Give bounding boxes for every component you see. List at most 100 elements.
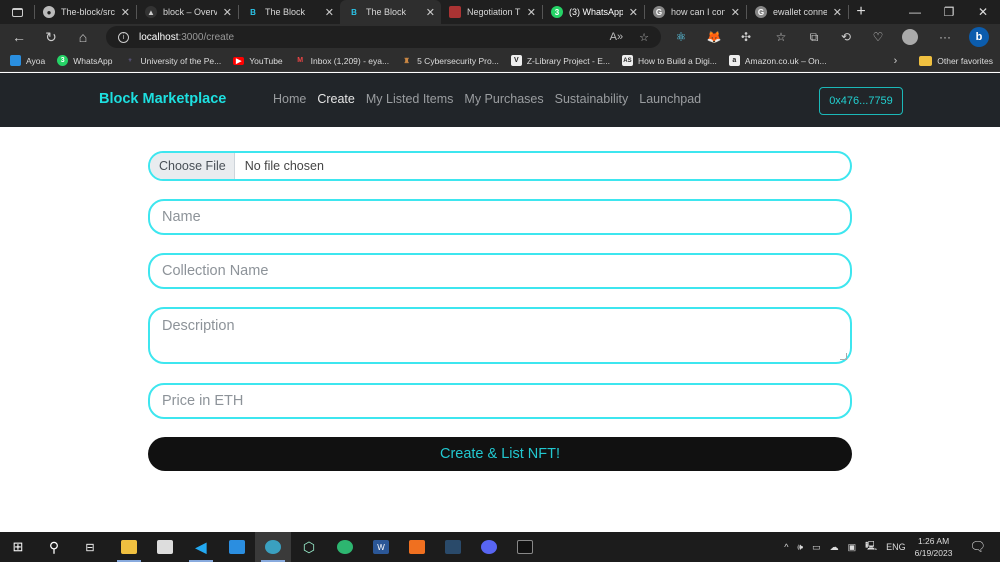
read-aloud-icon[interactable]: A» xyxy=(610,31,623,44)
clock[interactable]: 1:26 AM 6/19/2023 xyxy=(915,535,953,559)
browser-tab[interactable]: 3 (3) WhatsApp ✕ xyxy=(543,0,644,24)
tab-label: Negotiation T xyxy=(467,7,521,17)
nav-link-my-listed-items[interactable]: My Listed Items xyxy=(366,92,454,106)
taskbar-terminal[interactable] xyxy=(507,532,543,562)
bookmark-zlibrary[interactable]: V Z-Library Project - E... xyxy=(505,55,616,66)
bookmark-gmail[interactable]: M Inbox (1,209) - eya... xyxy=(289,55,395,66)
meet-now-icon[interactable]: ▣ xyxy=(848,542,857,553)
resize-handle[interactable] xyxy=(840,353,847,360)
react-devtools-icon[interactable]: ⚛ xyxy=(672,28,690,46)
browser-tab[interactable]: Negotiation T ✕ xyxy=(441,0,542,24)
back-button[interactable]: ← xyxy=(3,29,35,45)
browser-tab[interactable]: ● The-block/src ✕ xyxy=(35,0,136,24)
extensions-icon[interactable]: ✣ xyxy=(737,28,755,46)
close-tab-icon[interactable]: ✕ xyxy=(223,6,232,19)
more-menu-icon[interactable]: ··· xyxy=(936,28,954,46)
taskbar-mysql-workbench[interactable] xyxy=(435,532,471,562)
cybersecurity-icon: ♜ xyxy=(403,57,410,65)
wallet-address-button[interactable]: 0x476...7759 xyxy=(819,87,903,115)
restore-button[interactable]: ❐ xyxy=(932,5,966,19)
task-view-button[interactable]: ⊟ xyxy=(72,532,108,562)
close-tab-icon[interactable]: ✕ xyxy=(325,6,334,19)
bookmarks-overflow-chevron-icon[interactable]: › xyxy=(894,55,898,67)
nav-link-sustainability[interactable]: Sustainability xyxy=(555,92,629,106)
taskbar-virtualbox[interactable]: ⬡ xyxy=(291,532,327,562)
history-icon[interactable]: ⟲ xyxy=(837,28,855,46)
browser-tab[interactable]: B The Block ✕ xyxy=(239,0,340,24)
zlibrary-icon: V xyxy=(510,55,522,66)
nav-link-home[interactable]: Home xyxy=(273,92,306,106)
close-tab-icon[interactable]: ✕ xyxy=(731,6,740,19)
whatsapp-icon: 3 xyxy=(57,55,69,66)
new-tab-button[interactable]: + xyxy=(849,3,873,21)
url-bar[interactable]: i localhost:3000/create A» ☆ xyxy=(106,26,661,48)
tab-actions-button[interactable] xyxy=(0,0,34,24)
bing-copilot-icon[interactable]: b xyxy=(969,27,989,47)
create-list-nft-button[interactable]: Create & List NFT! xyxy=(148,437,852,471)
taskbar-word[interactable]: W xyxy=(363,532,399,562)
bookmark-cybersecurity[interactable]: ♜ 5 Cybersecurity Pro... xyxy=(395,55,505,66)
nav-link-create[interactable]: Create xyxy=(317,92,355,106)
bookmark-whatsapp[interactable]: 3 WhatsApp xyxy=(51,55,118,66)
close-tab-icon[interactable]: ✕ xyxy=(527,6,536,19)
name-input[interactable]: Name xyxy=(148,199,852,235)
bookmark-digital[interactable]: AS How to Build a Digi... xyxy=(616,55,723,66)
bookmark-ayoa[interactable]: Ayoa xyxy=(0,55,51,66)
home-button[interactable]: ⌂ xyxy=(67,29,99,45)
taskbar-edge-profile[interactable] xyxy=(255,532,291,562)
bookmark-youtube[interactable]: ▶ YouTube xyxy=(227,56,288,66)
minimize-button[interactable]: — xyxy=(898,5,932,19)
bookmark-university[interactable]: ♆ University of the Pe... xyxy=(118,55,227,66)
refresh-button[interactable]: ↻ xyxy=(35,29,67,46)
file-input[interactable]: Choose File No file chosen xyxy=(148,151,852,181)
taskbar-mail[interactable] xyxy=(219,532,255,562)
taskbar-store[interactable] xyxy=(147,532,183,562)
collection-name-input[interactable]: Collection Name xyxy=(148,253,852,289)
start-button[interactable]: ⊞ xyxy=(0,532,36,562)
taskbar-file-explorer[interactable] xyxy=(111,532,147,562)
profile-avatar[interactable] xyxy=(902,29,918,45)
price-input[interactable]: Price in ETH xyxy=(148,383,852,419)
browser-tab[interactable]: Gewallet conne ✕ xyxy=(747,0,848,24)
tab-label: (3) WhatsApp xyxy=(569,7,623,17)
system-tray: ^ 🕪 ▭ ☁ ▣ 🖳 ENG 1:26 AM 6/19/2023 🗨 xyxy=(784,532,1000,562)
taskbar-vscode[interactable]: ◀ xyxy=(183,532,219,562)
metamask-icon[interactable]: 🦊 xyxy=(705,28,723,46)
close-tab-icon[interactable]: ✕ xyxy=(833,6,842,19)
volume-icon[interactable]: 🕪 xyxy=(797,542,803,553)
choose-file-button[interactable]: Choose File xyxy=(150,153,235,179)
close-tab-icon[interactable]: ✕ xyxy=(426,6,435,19)
browser-tab[interactable]: Ghow can I con ✕ xyxy=(645,0,746,24)
bookmark-amazon[interactable]: a Amazon.co.uk – On... xyxy=(723,55,833,66)
brand-logo[interactable]: Block Marketplace xyxy=(99,91,226,107)
close-tab-icon[interactable]: ✕ xyxy=(629,6,638,19)
site-info-icon[interactable]: i xyxy=(118,31,129,43)
battery-icon[interactable]: ▭ xyxy=(812,542,821,553)
favorite-star-icon[interactable]: ☆ xyxy=(639,31,649,44)
taskbar-edge[interactable] xyxy=(327,532,363,562)
taskbar-discord[interactable] xyxy=(471,532,507,562)
onedrive-icon[interactable]: ☁ xyxy=(830,542,839,553)
other-favorites-folder[interactable]: Other favorites xyxy=(913,55,1000,66)
search-button[interactable]: ⚲ xyxy=(36,532,72,562)
favorites-icon[interactable]: ☆ xyxy=(772,28,790,46)
browser-tab[interactable]: ▲ block – Overv ✕ xyxy=(137,0,238,24)
mail-icon xyxy=(229,540,245,554)
close-tab-icon[interactable]: ✕ xyxy=(121,6,130,19)
input-language[interactable]: ENG xyxy=(886,542,906,552)
show-hidden-icons-chevron-icon[interactable]: ^ xyxy=(784,542,788,552)
taskbar-xampp[interactable] xyxy=(399,532,435,562)
bookmark-label: WhatsApp xyxy=(73,55,113,66)
close-window-button[interactable]: ✕ xyxy=(966,5,1000,19)
nav-link-my-purchases[interactable]: My Purchases xyxy=(464,92,543,106)
browser-essentials-icon[interactable]: ♡ xyxy=(869,28,887,46)
notifications-icon[interactable]: 🗨 xyxy=(969,539,986,555)
description-textarea[interactable]: Description xyxy=(148,307,852,364)
vercel-icon: ▲ xyxy=(145,6,157,18)
nav-link-launchpad[interactable]: Launchpad xyxy=(639,92,701,106)
network-icon[interactable]: 🖳 xyxy=(865,539,877,555)
collections-icon[interactable]: ⧉ xyxy=(805,28,823,46)
discord-icon xyxy=(481,540,497,554)
terminal-icon xyxy=(517,540,533,554)
browser-tab-active[interactable]: B The Block ✕ xyxy=(340,0,441,24)
